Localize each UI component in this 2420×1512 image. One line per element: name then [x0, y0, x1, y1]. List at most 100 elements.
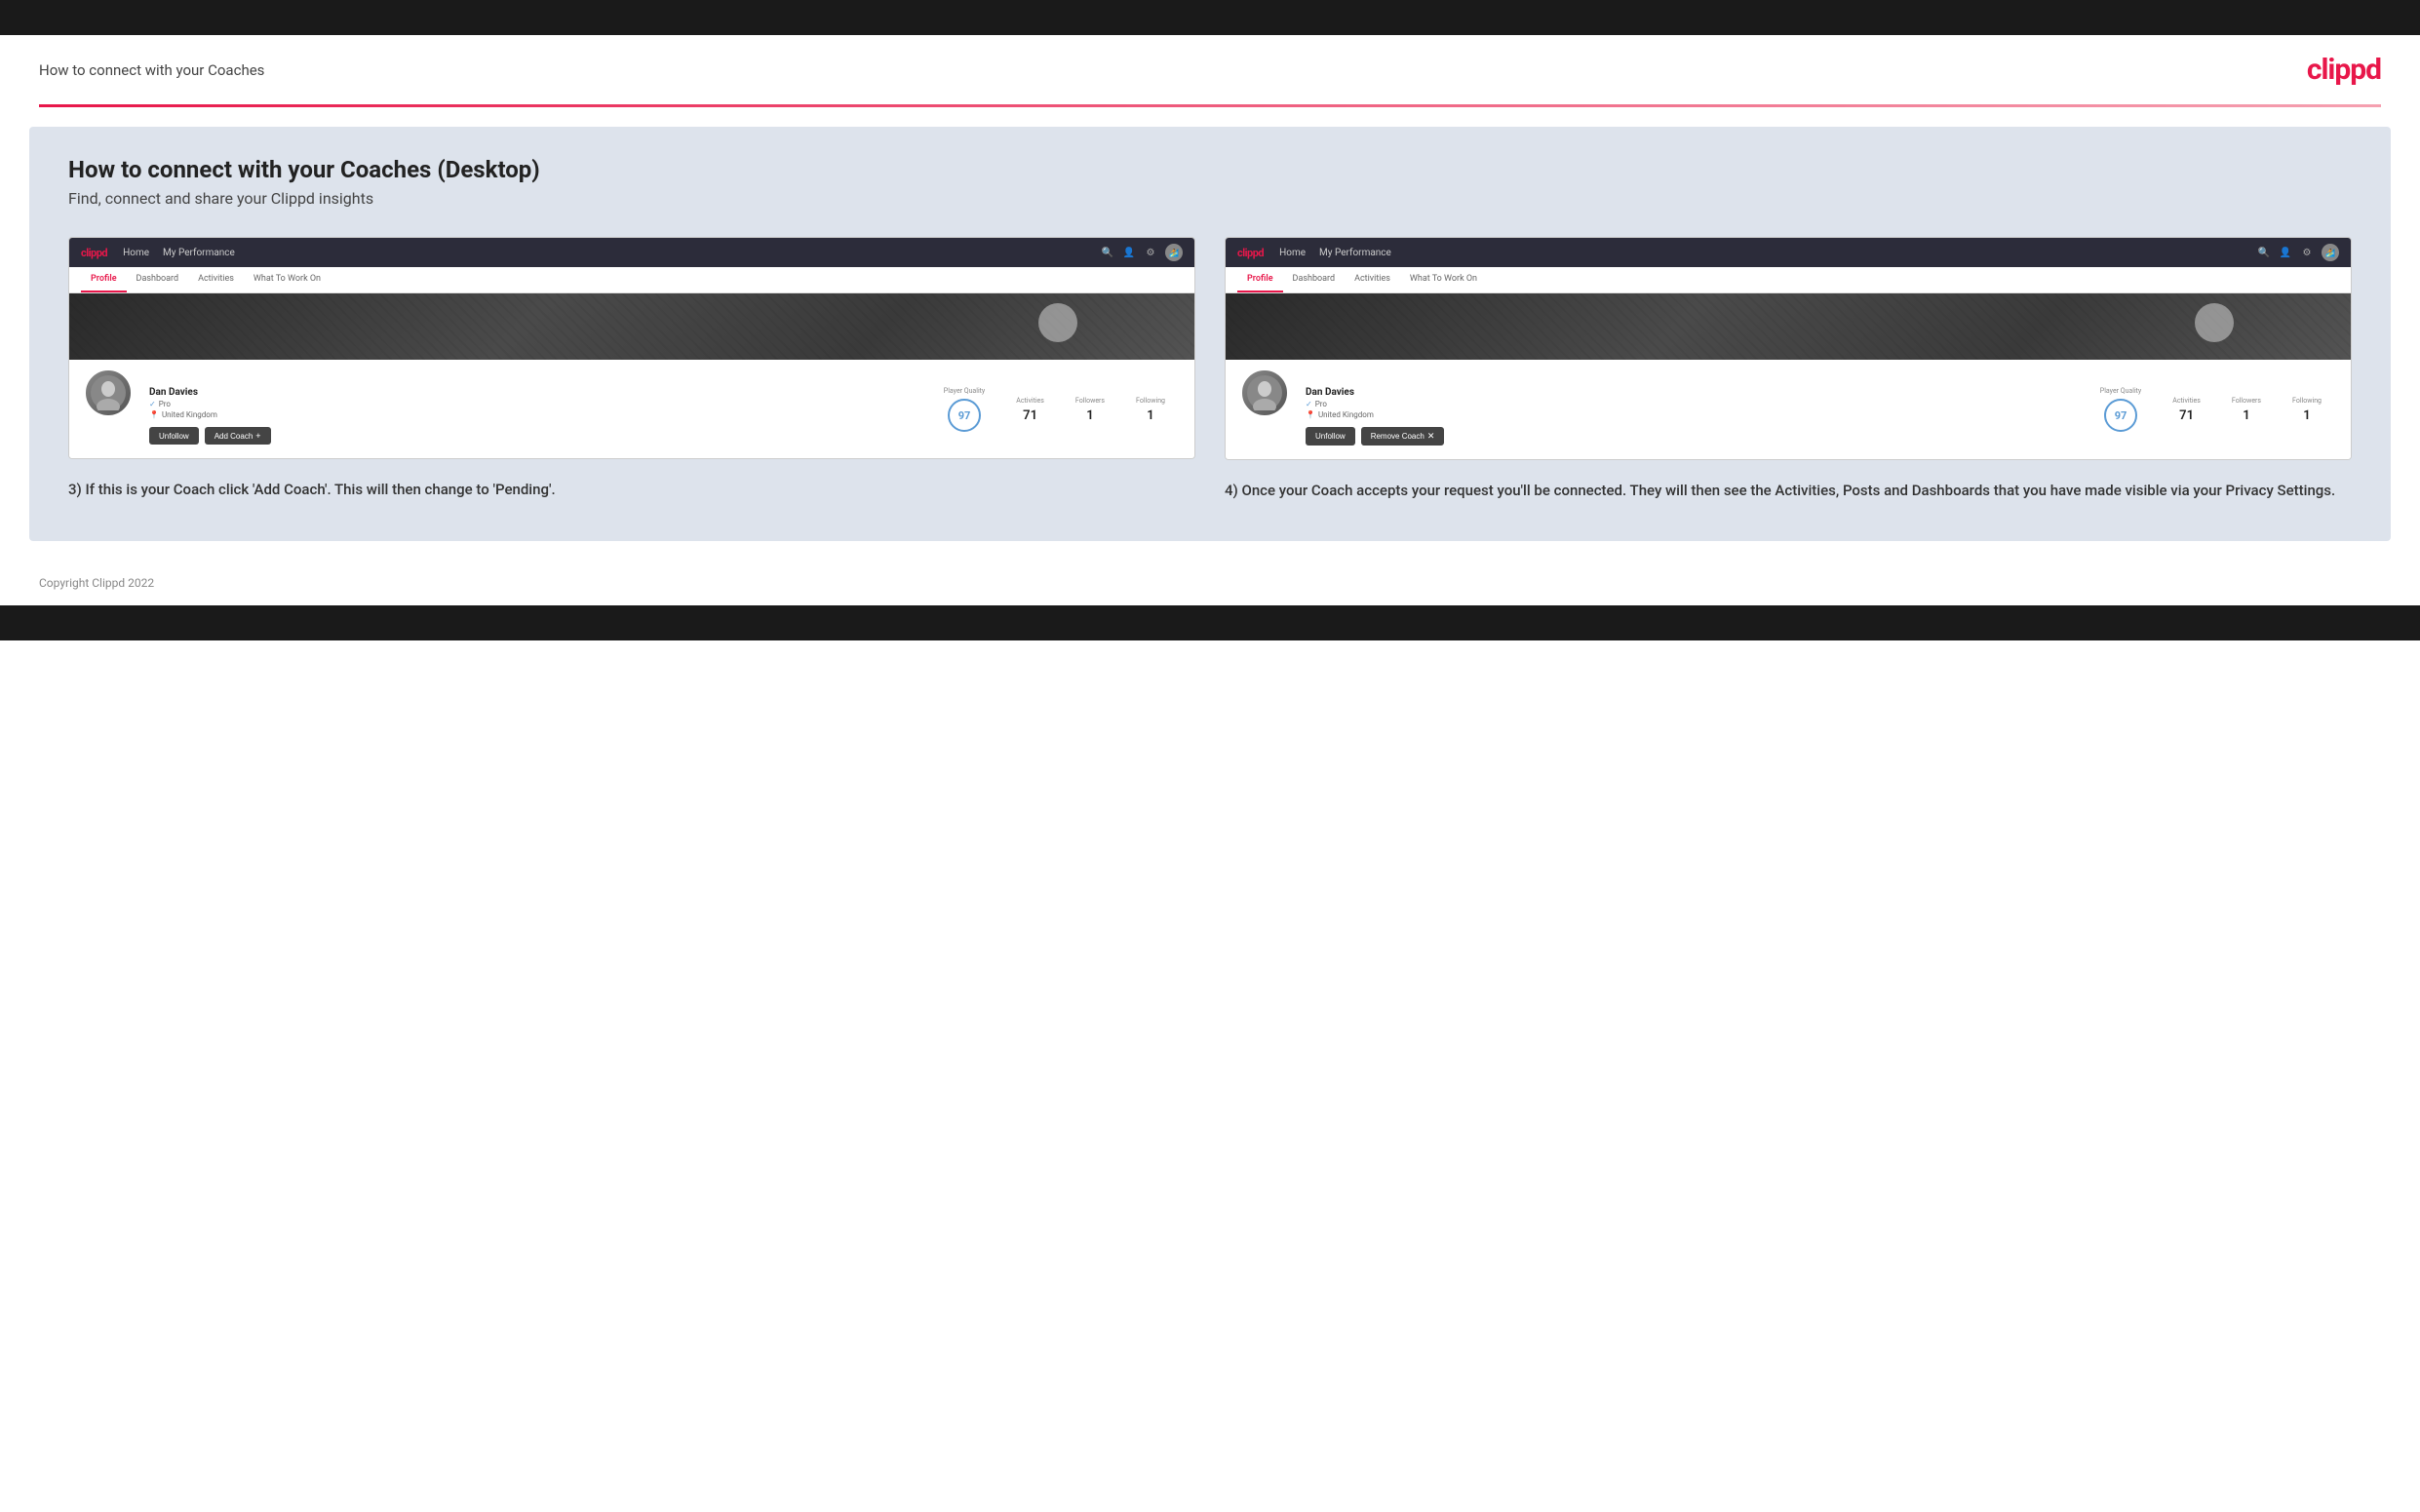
mockup-nav-home-right[interactable]: Home — [1279, 248, 1306, 258]
profile-info-right: Dan Davies ✓ Pro 📍 United Kingdom Unfoll… — [1306, 368, 1444, 446]
settings-icon-left[interactable]: ⚙ — [1144, 246, 1157, 259]
role-label-right: Pro — [1315, 400, 1327, 408]
following-label-left: Following — [1136, 397, 1165, 405]
screenshots-row: clippd Home My Performance 🔍 👤 ⚙ 🏄 Profi… — [68, 237, 2352, 502]
mockup-logo-right: clippd — [1237, 247, 1264, 259]
search-icon-right[interactable]: 🔍 — [2257, 246, 2271, 259]
verified-icon-left: ✓ — [149, 400, 156, 408]
banner-decoration-1 — [1038, 303, 1077, 342]
remove-coach-button[interactable]: Remove Coach ✕ — [1361, 427, 1445, 446]
header: How to connect with your Coaches clippd — [0, 35, 2420, 104]
profile-avatar-right — [1239, 368, 1290, 418]
main-heading: How to connect with your Coaches (Deskto… — [68, 156, 2352, 183]
unfollow-button-right[interactable]: Unfollow — [1306, 427, 1355, 446]
logo: clippd — [2307, 53, 2381, 87]
screenshot-col-left: clippd Home My Performance 🔍 👤 ⚙ 🏄 Profi… — [68, 237, 1195, 501]
username-left: Dan Davies — [149, 387, 271, 398]
user-role-left: ✓ Pro — [149, 400, 271, 408]
mockup-stats-right: Player Quality 97 Activities 71 Follower… — [2085, 368, 2337, 432]
profile-buttons-right: Unfollow Remove Coach ✕ — [1306, 427, 1444, 446]
mockup-nav-home-left[interactable]: Home — [123, 248, 149, 258]
mockup-nav-items-left: Home My Performance — [123, 248, 1085, 258]
user-icon-left[interactable]: 👤 — [1122, 246, 1136, 259]
following-stat-right: Following 1 — [2277, 397, 2337, 423]
mockup-nav-performance-left[interactable]: My Performance — [163, 248, 235, 258]
tab-dashboard-right[interactable]: Dashboard — [1283, 267, 1346, 292]
mockup-nav-icons-right: 🔍 👤 ⚙ 🏄 — [2257, 244, 2339, 261]
avatar-icon-right[interactable]: 🏄 — [2322, 244, 2339, 261]
mockup-nav-items-right: Home My Performance — [1279, 248, 2242, 258]
location-icon-right: 📍 — [1306, 410, 1315, 419]
activities-label-right: Activities — [2172, 397, 2201, 405]
avatar-wrap-right — [1239, 368, 1290, 418]
unfollow-button-left[interactable]: Unfollow — [149, 427, 199, 445]
tab-what-to-work-on-left[interactable]: What To Work On — [244, 267, 331, 292]
followers-stat-right: Followers 1 — [2216, 397, 2277, 423]
player-quality-right: Player Quality 97 — [2085, 387, 2157, 432]
quality-circle-left: 97 — [948, 399, 981, 432]
mockup-logo-left: clippd — [81, 247, 107, 259]
role-label-left: Pro — [159, 400, 171, 408]
mockup-nav-left: clippd Home My Performance 🔍 👤 ⚙ 🏄 — [69, 238, 1194, 267]
following-value-right: 1 — [2292, 408, 2322, 423]
tab-profile-right[interactable]: Profile — [1237, 267, 1283, 292]
followers-stat-left: Followers 1 — [1060, 397, 1120, 423]
search-icon-left[interactable]: 🔍 — [1101, 246, 1114, 259]
banner-decoration-2 — [2195, 303, 2234, 342]
location-icon-left: 📍 — [149, 410, 159, 419]
followers-label-left: Followers — [1075, 397, 1105, 405]
location-label-right: United Kingdom — [1318, 410, 1374, 419]
username-right: Dan Davies — [1306, 387, 1444, 398]
profile-info-left: Dan Davies ✓ Pro 📍 United Kingdom Unfoll… — [149, 368, 271, 445]
player-quality-left: Player Quality 97 — [928, 387, 1000, 432]
description-left: 3) If this is your Coach click 'Add Coac… — [68, 479, 1195, 501]
activities-value-left: 71 — [1016, 408, 1044, 423]
mockup-tabs-left: Profile Dashboard Activities What To Wor… — [69, 267, 1194, 293]
settings-icon-right[interactable]: ⚙ — [2300, 246, 2314, 259]
user-role-right: ✓ Pro — [1306, 400, 1444, 408]
following-label-right: Following — [2292, 397, 2322, 405]
player-quality-label-left: Player Quality — [944, 387, 985, 395]
mockup-nav-right: clippd Home My Performance 🔍 👤 ⚙ 🏄 — [1226, 238, 2351, 267]
mockup-profile-right: Dan Davies ✓ Pro 📍 United Kingdom Unfoll… — [1226, 360, 2351, 459]
description-right: 4) Once your Coach accepts your request … — [1225, 480, 2352, 502]
followers-value-left: 1 — [1075, 408, 1105, 423]
add-coach-button[interactable]: Add Coach + — [205, 427, 271, 445]
followers-value-right: 1 — [2232, 408, 2261, 423]
mockup-tabs-right: Profile Dashboard Activities What To Wor… — [1226, 267, 2351, 293]
quality-circle-right: 97 — [2104, 399, 2137, 432]
footer: Copyright Clippd 2022 — [0, 561, 2420, 605]
top-bar — [0, 0, 2420, 35]
player-quality-label-right: Player Quality — [2100, 387, 2141, 395]
main-subheading: Find, connect and share your Clippd insi… — [68, 189, 2352, 208]
tab-dashboard-left[interactable]: Dashboard — [127, 267, 189, 292]
main-content: How to connect with your Coaches (Deskto… — [29, 127, 2391, 541]
tab-activities-left[interactable]: Activities — [188, 267, 244, 292]
following-stat-left: Following 1 — [1120, 397, 1181, 423]
activities-label-left: Activities — [1016, 397, 1044, 405]
user-location-left: 📍 United Kingdom — [149, 410, 271, 419]
mockup-stats-left: Player Quality 97 Activities 71 Follower… — [928, 368, 1181, 432]
avatar-icon-left[interactable]: 🏄 — [1165, 244, 1183, 261]
copyright: Copyright Clippd 2022 — [39, 576, 154, 590]
location-label-left: United Kingdom — [162, 410, 217, 419]
mockup-profile-left: Dan Davies ✓ Pro 📍 United Kingdom Unfoll… — [69, 360, 1194, 458]
tab-profile-left[interactable]: Profile — [81, 267, 127, 292]
page-title: How to connect with your Coaches — [39, 61, 264, 79]
mockup-nav-performance-right[interactable]: My Performance — [1319, 248, 1391, 258]
screenshot-col-right: clippd Home My Performance 🔍 👤 ⚙ 🏄 Profi… — [1225, 237, 2352, 502]
user-icon-right[interactable]: 👤 — [2279, 246, 2292, 259]
tab-activities-right[interactable]: Activities — [1345, 267, 1400, 292]
profile-buttons-left: Unfollow Add Coach + — [149, 427, 271, 445]
activities-stat-left: Activities 71 — [1000, 397, 1060, 423]
profile-avatar-left — [83, 368, 134, 418]
activities-stat-right: Activities 71 — [2157, 397, 2216, 423]
bottom-bar — [0, 605, 2420, 640]
tab-what-to-work-on-right[interactable]: What To Work On — [1400, 267, 1487, 292]
header-divider — [39, 104, 2381, 107]
following-value-left: 1 — [1136, 408, 1165, 423]
avatar-wrap-left — [83, 368, 134, 418]
mockup-nav-icons-left: 🔍 👤 ⚙ 🏄 — [1101, 244, 1183, 261]
followers-label-right: Followers — [2232, 397, 2261, 405]
user-location-right: 📍 United Kingdom — [1306, 410, 1444, 419]
